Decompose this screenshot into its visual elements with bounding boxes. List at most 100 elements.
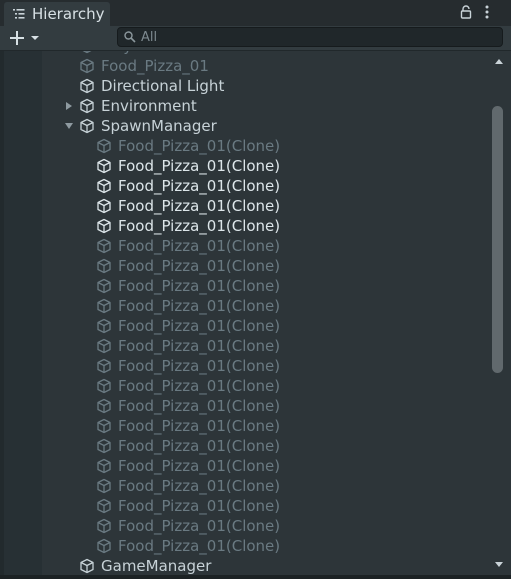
scroll-down-arrow-icon[interactable]	[494, 561, 504, 569]
hierarchy-item-label: Environment	[101, 97, 197, 115]
gameobject-cube-icon	[80, 98, 94, 114]
hierarchy-item-label: Food_Pizza_01(Clone)	[118, 197, 281, 215]
gameobject-cube-icon	[97, 438, 111, 454]
scrollbar-thumb[interactable]	[492, 106, 503, 373]
gameobject-cube-icon	[97, 378, 111, 394]
gameobject-cube-icon	[97, 178, 111, 194]
hierarchy-item[interactable]: SpawnManager	[0, 116, 490, 136]
gameobject-cube-icon	[97, 518, 111, 534]
hierarchy-item-label: GameManager	[101, 557, 212, 575]
hierarchy-item[interactable]: Food_Pizza_01(Clone)	[0, 276, 490, 296]
hierarchy-item-label: Food_Pizza_01(Clone)	[118, 157, 281, 175]
hierarchy-item-label: Food_Pizza_01(Clone)	[118, 277, 281, 295]
hierarchy-item-label: Food_Pizza_01(Clone)	[118, 257, 281, 275]
hierarchy-item-label: Food_Pizza_01(Clone)	[118, 297, 281, 315]
panel-bottom-border	[0, 575, 511, 579]
hierarchy-item[interactable]: Food_Pizza_01(Clone)	[0, 436, 490, 456]
hierarchy-item-label: Food_Pizza_01(Clone)	[118, 537, 281, 555]
gameobject-cube-icon	[97, 318, 111, 334]
hierarchy-item-label: Food_Pizza_01(Clone)	[118, 377, 281, 395]
expand-arrow-down-icon[interactable]	[64, 121, 74, 131]
gameobject-cube-icon	[80, 78, 94, 94]
hierarchy-item[interactable]: Food_Pizza_01(Clone)	[0, 236, 490, 256]
gameobject-cube-icon	[97, 198, 111, 214]
gameobject-cube-icon	[97, 478, 111, 494]
gameobject-cube-icon	[80, 58, 94, 74]
hierarchy-item[interactable]: Food_Pizza_01(Clone)	[0, 496, 490, 516]
gameobject-cube-icon	[97, 258, 111, 274]
more-options-icon[interactable]	[482, 4, 492, 20]
hierarchy-item-label: Food_Pizza_01(Clone)	[118, 457, 281, 475]
gameobject-cube-icon	[97, 538, 111, 554]
hierarchy-item-label: Food_Pizza_01(Clone)	[118, 357, 281, 375]
hierarchy-item[interactable]: Food_Pizza_01(Clone)	[0, 416, 490, 436]
hierarchy-item[interactable]: Food_Pizza_01(Clone)	[0, 176, 490, 196]
gameobject-cube-icon	[97, 238, 111, 254]
hierarchy-item-label: Food_Pizza_01(Clone)	[118, 237, 281, 255]
gameobject-cube-icon	[97, 418, 111, 434]
hierarchy-item[interactable]: Food_Pizza_01(Clone)	[0, 256, 490, 276]
plus-icon	[10, 31, 24, 45]
gameobject-cube-icon	[97, 218, 111, 234]
gameobject-cube-icon	[97, 138, 111, 154]
hierarchy-item[interactable]: Food_Pizza_01(Clone)	[0, 376, 490, 396]
hierarchy-item-label: Food_Pizza_01(Clone)	[118, 217, 281, 235]
gameobject-cube-icon	[97, 398, 111, 414]
dropdown-arrow-icon	[31, 36, 39, 40]
toolbar	[0, 26, 511, 51]
hierarchy-item-label: Food_Pizza_01(Clone)	[118, 337, 281, 355]
hierarchy-item[interactable]: Food_Pizza_01(Clone)	[0, 216, 490, 236]
hierarchy-item-label: Food_Pizza_01(Clone)	[118, 397, 281, 415]
hierarchy-item[interactable]: Food_Pizza_01	[0, 56, 490, 76]
hierarchy-tree[interactable]: PlayerFood_Pizza_01Directional LightEnvi…	[0, 51, 511, 575]
create-dropdown-button[interactable]	[8, 28, 44, 48]
hierarchy-item[interactable]: Food_Pizza_01(Clone)	[0, 336, 490, 356]
hierarchy-item-label: Food_Pizza_01(Clone)	[118, 477, 281, 495]
hierarchy-item[interactable]: Food_Pizza_01(Clone)	[0, 156, 490, 176]
hierarchy-item-label: Food_Pizza_01	[101, 57, 209, 75]
hierarchy-item-label: Food_Pizza_01(Clone)	[118, 177, 281, 195]
hierarchy-item[interactable]: GameManager	[0, 556, 490, 575]
hierarchy-item[interactable]: Food_Pizza_01(Clone)	[0, 456, 490, 476]
search-icon	[124, 31, 136, 43]
hierarchy-item-label: Food_Pizza_01(Clone)	[118, 137, 281, 155]
hierarchy-item[interactable]: Food_Pizza_01(Clone)	[0, 296, 490, 316]
hierarchy-item[interactable]: Food_Pizza_01(Clone)	[0, 536, 490, 556]
expand-arrow-right-icon[interactable]	[64, 101, 74, 111]
gameobject-cube-icon	[97, 278, 111, 294]
tree-rows: PlayerFood_Pizza_01Directional LightEnvi…	[0, 51, 490, 575]
hierarchy-item[interactable]: Food_Pizza_01(Clone)	[0, 396, 490, 416]
vertical-scrollbar[interactable]	[489, 51, 509, 575]
hierarchy-item-label: SpawnManager	[101, 117, 217, 135]
hierarchy-item[interactable]: Food_Pizza_01(Clone)	[0, 516, 490, 536]
gameobject-cube-icon	[97, 358, 111, 374]
lock-icon[interactable]	[459, 5, 473, 19]
tab-hierarchy[interactable]: Hierarchy	[4, 2, 110, 26]
hierarchy-item-label: Food_Pizza_01(Clone)	[118, 317, 281, 335]
search-field[interactable]	[117, 27, 503, 47]
hierarchy-item[interactable]: Environment	[0, 96, 490, 116]
gameobject-cube-icon	[97, 158, 111, 174]
hierarchy-list-icon	[13, 9, 25, 19]
gameobject-cube-icon	[82, 51, 92, 54]
scroll-up-arrow-icon[interactable]	[494, 57, 504, 65]
hierarchy-item-label: Food_Pizza_01(Clone)	[118, 497, 281, 515]
hierarchy-item[interactable]: Food_Pizza_01(Clone)	[0, 196, 490, 216]
gameobject-cube-icon	[97, 338, 111, 354]
hierarchy-item-label: Food_Pizza_01(Clone)	[118, 417, 281, 435]
hierarchy-item[interactable]: Directional Light	[0, 76, 490, 96]
hierarchy-item[interactable]: Food_Pizza_01(Clone)	[0, 316, 490, 336]
gameobject-cube-icon	[97, 498, 111, 514]
hierarchy-item[interactable]: Food_Pizza_01(Clone)	[0, 136, 490, 156]
hierarchy-item-label: Directional Light	[101, 77, 225, 95]
gameobject-cube-icon	[80, 118, 94, 134]
tab-bar: Hierarchy	[0, 0, 511, 26]
gameobject-cube-icon	[97, 458, 111, 474]
hierarchy-item-label: Food_Pizza_01(Clone)	[118, 437, 281, 455]
hierarchy-item[interactable]: Food_Pizza_01(Clone)	[0, 356, 490, 376]
gameobject-cube-icon	[80, 558, 94, 574]
tab-title: Hierarchy	[32, 5, 105, 23]
hierarchy-item[interactable]: Food_Pizza_01(Clone)	[0, 476, 490, 496]
gameobject-cube-icon	[97, 298, 111, 314]
search-input[interactable]	[141, 29, 481, 45]
